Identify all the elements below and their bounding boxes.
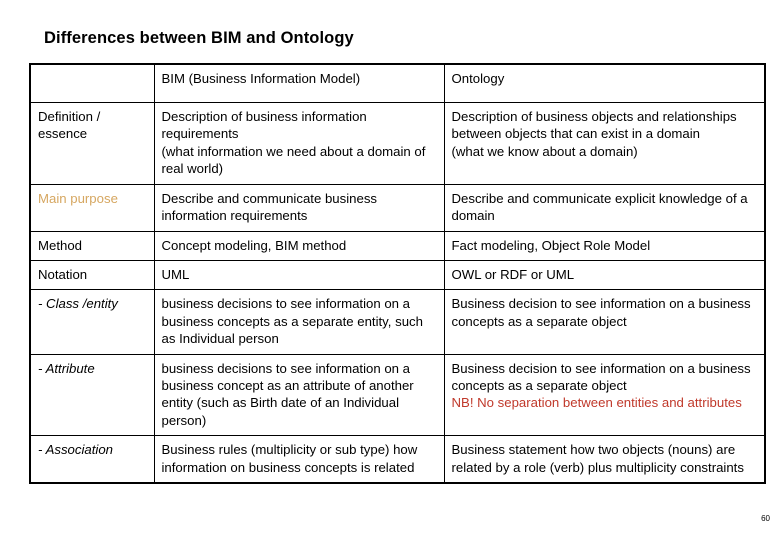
comparison-table-container: BIM (Business Information Model) Ontology…: [29, 63, 766, 485]
row-bim-cell: Description of business information requ…: [153, 102, 445, 185]
cell-paragraph: (what information we need about a domain…: [161, 143, 426, 177]
cell-paragraph: business decisions to see information on…: [161, 360, 414, 428]
row-label: Definition / essence: [38, 109, 101, 142]
row-ontology-cell: Describe and communicate explicit knowle…: [443, 183, 766, 232]
cell-paragraph: Business statement how two objects (noun…: [451, 442, 744, 475]
row-label-cell: Definition / essence: [29, 102, 155, 185]
table-body: BIM (Business Information Model) Ontology…: [29, 63, 766, 484]
header-cell-bim: BIM (Business Information Model): [153, 63, 445, 103]
row-label-cell: - Association: [29, 435, 155, 484]
row-label: - Association: [38, 442, 114, 458]
comparison-table: BIM (Business Information Model) Ontology…: [29, 63, 766, 485]
cell-paragraph: Business decision to see information on …: [451, 360, 751, 394]
row-bim-cell: Describe and communicate business inform…: [153, 183, 445, 232]
table-row: - Association Business rules (multiplicit…: [29, 435, 766, 484]
row-label-cell: Main purpose: [29, 183, 155, 232]
row-ontology-cell: Business decision to see information on …: [443, 289, 766, 355]
row-ontology-cell: Description of business objects and rela…: [443, 102, 766, 185]
cell-paragraph: OWL or RDF or UML: [451, 266, 575, 282]
cell-paragraph: UML: [161, 266, 190, 282]
table-row: - Attribute business decisions to see inf…: [29, 353, 766, 437]
row-label-cell: Method: [29, 230, 155, 261]
page-number: 60: [761, 514, 770, 523]
row-ontology-cell: Fact modeling, Object Role Model: [443, 230, 766, 261]
cell-paragraph: Fact modeling, Object Role Model: [451, 237, 651, 253]
table-row: Definition / essence Description of busin…: [29, 102, 766, 185]
row-label-cell: - Class /entity: [29, 289, 155, 355]
cell-paragraph: Business rules (multiplicity or sub type…: [161, 442, 418, 475]
ontology-note: NB! No separation between entities and a…: [451, 395, 742, 411]
table-row: Main purpose Describe and communicate bus…: [29, 183, 766, 232]
row-bim-cell: UML: [153, 259, 445, 291]
cell-paragraph: Concept modeling, BIM method: [161, 237, 347, 253]
row-label: - Class /entity: [38, 296, 118, 312]
row-label: Method: [38, 237, 82, 253]
table-header-row: BIM (Business Information Model) Ontology: [29, 63, 766, 103]
cell-paragraph: business decisions to see information on…: [161, 296, 423, 347]
row-label-cell: - Attribute: [29, 353, 155, 437]
header-cell-corner: [29, 63, 155, 103]
header-cell-ontology: Ontology: [443, 63, 766, 103]
cell-paragraph: Describe and communicate business inform…: [161, 190, 378, 224]
row-label: - Attribute: [38, 360, 95, 376]
row-ontology-cell: OWL or RDF or UML: [443, 259, 766, 291]
cell-paragraph: Description of business information requ…: [161, 109, 367, 142]
row-label: Main purpose: [38, 190, 118, 206]
page-title: Differences between BIM and Ontology: [44, 29, 354, 47]
row-bim-cell: business decisions to see information on…: [153, 353, 445, 437]
row-bim-cell: Business rules (multiplicity or sub type…: [153, 435, 445, 484]
row-label: Notation: [38, 266, 88, 282]
row-bim-cell: Concept modeling, BIM method: [153, 230, 445, 261]
row-ontology-cell: Business decision to see information on …: [443, 353, 766, 437]
cell-paragraph: Description of business objects and rela…: [451, 109, 737, 142]
slide-canvas: Differences between BIM and Ontology BIM…: [0, 0, 780, 540]
row-bim-cell: business decisions to see information on…: [153, 289, 445, 355]
table-row: Notation UML OWL or RDF or UML: [29, 259, 766, 291]
table-row: - Class /entity business decisions to see…: [29, 289, 766, 355]
row-ontology-cell: Business statement how two objects (noun…: [443, 435, 766, 484]
cell-paragraph: (what we know about a domain): [451, 143, 638, 159]
cell-paragraph: Business decision to see information on …: [451, 296, 751, 329]
cell-paragraph: Describe and communicate explicit knowle…: [451, 190, 748, 224]
table-row: Method Concept modeling, BIM method Fact m…: [29, 230, 766, 261]
row-label-cell: Notation: [29, 259, 155, 291]
